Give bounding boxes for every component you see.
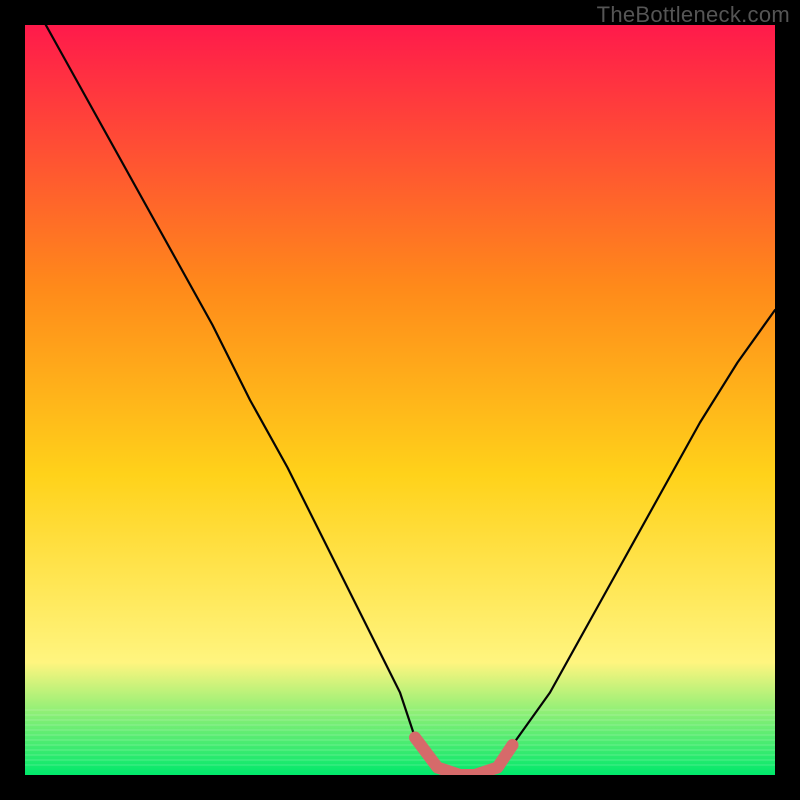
chart-frame: TheBottleneck.com bbox=[0, 0, 800, 800]
plot-area bbox=[25, 25, 775, 775]
chart-svg bbox=[25, 25, 775, 775]
